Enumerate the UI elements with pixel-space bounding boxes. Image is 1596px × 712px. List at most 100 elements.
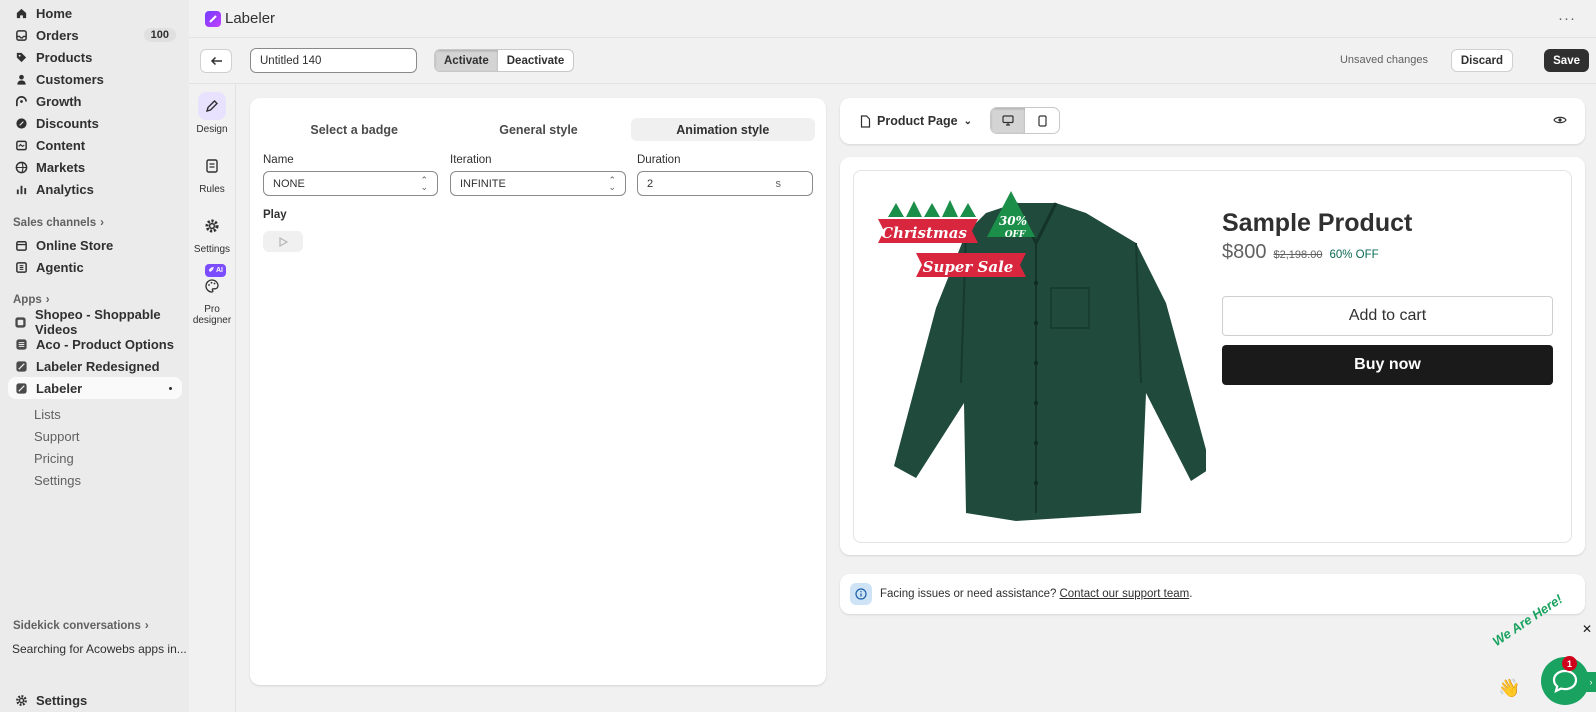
eye-icon[interactable] — [1553, 113, 1567, 128]
orders-count-badge: 100 — [143, 28, 176, 42]
sidebar-item-products[interactable]: Products — [8, 46, 182, 68]
editor-tabs: Select a badge General style Animation s… — [262, 118, 815, 141]
back-button[interactable] — [200, 49, 232, 73]
discount-icon — [14, 116, 28, 130]
tool-rules[interactable]: Rules — [192, 152, 232, 195]
buy-now-button[interactable]: Buy now — [1222, 345, 1553, 385]
app-icon — [14, 315, 27, 329]
app-icon — [14, 359, 28, 373]
support-banner: Facing issues or need assistance? Contac… — [840, 574, 1585, 614]
sidebar-item-settings[interactable]: Settings — [8, 689, 182, 711]
arrow-left-icon — [210, 56, 222, 66]
page-icon — [860, 114, 871, 128]
price-row: $800 $2,198.00 60% OFF — [1222, 241, 1379, 264]
sidebar-sub-settings[interactable]: Settings — [34, 473, 81, 488]
person-icon — [14, 72, 28, 86]
tab-general-style[interactable]: General style — [446, 118, 630, 141]
app-title-bar: Labeler ··· — [189, 0, 1596, 38]
sidebar-item-customers[interactable]: Customers — [8, 68, 182, 90]
sidebar-item-labeler[interactable]: Labeler — [8, 377, 182, 399]
product-image: Christmas Super Sale 30% OFF — [866, 183, 1211, 523]
play-icon — [278, 236, 288, 247]
sidebar-sub-pricing[interactable]: Pricing — [34, 451, 74, 466]
sidebar-item-labeler-redesigned[interactable]: Labeler Redesigned — [8, 355, 182, 377]
pin-indicator — [169, 386, 172, 390]
desktop-view-button[interactable] — [991, 108, 1025, 133]
sidekick-header[interactable]: Sidekick conversations › — [13, 620, 149, 632]
chat-close-icon[interactable]: ✕ — [1582, 622, 1592, 636]
globe-icon — [14, 160, 28, 174]
iteration-select[interactable]: INFINITE ⌃ ⌄ — [450, 171, 626, 196]
tool-pro-designer[interactable]: ✐ AI Pro designer — [192, 264, 232, 326]
labeler-icon — [14, 381, 28, 395]
duration-unit: s — [775, 177, 782, 190]
agentic-icon — [14, 260, 28, 274]
tool-settings[interactable]: Settings — [192, 212, 232, 255]
pencil-icon — [198, 92, 226, 120]
sidebar-item-shopeo[interactable]: Shopeo - Shoppable Videos — [8, 307, 182, 337]
mobile-view-button[interactable] — [1025, 108, 1059, 133]
product-preview-card: Christmas Super Sale 30% OFF Sample Prod… — [840, 157, 1585, 555]
sidebar-item-markets[interactable]: Markets — [8, 156, 182, 178]
gear-icon — [14, 693, 28, 707]
sidekick-conversation-item[interactable]: Searching for Acowebs apps in... — [12, 642, 187, 656]
sidebar-sub-lists[interactable]: Lists — [34, 407, 61, 422]
support-text: Facing issues or need assistance? — [880, 588, 1057, 600]
sidebar-item-aco[interactable]: Aco - Product Options — [8, 333, 182, 355]
chat-unread-badge: 1 — [1562, 656, 1577, 671]
status-toggle: Activate Deactivate — [434, 49, 575, 72]
badge-name-input[interactable] — [250, 48, 417, 73]
contact-support-link[interactable]: Contact our support team — [1059, 588, 1189, 600]
play-label: Play — [263, 209, 287, 221]
sidebar-item-analytics[interactable]: Analytics — [8, 178, 182, 200]
ai-tag: ✐ AI — [205, 264, 226, 277]
tab-select-badge[interactable]: Select a badge — [262, 118, 446, 141]
discount-label: 60% OFF — [1329, 249, 1379, 261]
editor-toolbar: Activate Deactivate Unsaved changes Disc… — [189, 38, 1596, 84]
tab-animation-style[interactable]: Animation style — [630, 118, 815, 141]
badge-line2: Super Sale — [923, 258, 1014, 276]
select-arrows-icon: ⌃ ⌄ — [420, 174, 428, 192]
inbox-icon — [14, 28, 28, 42]
sidebar-item-discounts[interactable]: Discounts — [8, 112, 182, 134]
chat-expand-tab[interactable]: › — [1586, 672, 1596, 692]
sidebar-item-agentic[interactable]: Agentic — [8, 256, 182, 278]
apps-header[interactable]: Apps › — [13, 294, 50, 306]
sidebar-item-growth[interactable]: Growth — [8, 90, 182, 112]
app-title: Labeler — [225, 10, 276, 27]
discard-button[interactable]: Discard — [1450, 49, 1513, 72]
info-icon — [850, 583, 872, 605]
sidebar-item-online-store[interactable]: Online Store — [8, 234, 182, 256]
play-button[interactable] — [263, 231, 303, 252]
animation-name-select[interactable]: NONE ⌃ ⌄ — [263, 171, 438, 196]
badge-line1: Christmas — [881, 224, 967, 242]
page-type-select[interactable]: Product Page ⌄ — [860, 114, 972, 128]
product-preview-frame: Christmas Super Sale 30% OFF Sample Prod… — [853, 170, 1572, 543]
device-toggle — [990, 107, 1060, 134]
scroll-icon — [198, 152, 226, 180]
add-to-cart-button[interactable]: Add to cart — [1222, 296, 1553, 336]
tool-design[interactable]: Design — [192, 92, 232, 135]
duration-input[interactable]: 2 s — [637, 171, 813, 196]
analytics-icon — [14, 182, 28, 196]
sales-channels-header[interactable]: Sales channels › — [13, 217, 104, 229]
chevron-right-icon: › — [45, 294, 50, 306]
tool-rail: Design Rules Settings ✐ AI Pro designer — [189, 84, 236, 712]
labeler-logo-icon — [205, 10, 221, 27]
sidebar-sub-support[interactable]: Support — [34, 429, 80, 444]
sidebar-item-content[interactable]: Content — [8, 134, 182, 156]
store-icon — [14, 238, 28, 252]
deactivate-button[interactable]: Deactivate — [498, 50, 574, 71]
product-title: Sample Product — [1222, 209, 1413, 237]
chevron-down-icon: ⌄ — [963, 115, 972, 127]
sidebar-item-orders[interactable]: Orders 100 — [8, 24, 182, 46]
save-button[interactable]: Save — [1544, 49, 1589, 72]
chevron-right-icon: › — [100, 217, 104, 229]
chevron-right-icon: › — [144, 620, 149, 632]
activate-button[interactable]: Activate — [435, 50, 498, 71]
more-options-icon[interactable]: ··· — [1558, 10, 1576, 27]
sidebar-item-home[interactable]: Home — [8, 2, 182, 24]
content-icon — [14, 138, 28, 152]
preview-header: Product Page ⌄ — [840, 98, 1585, 144]
badge-percent: 30% — [999, 214, 1027, 228]
